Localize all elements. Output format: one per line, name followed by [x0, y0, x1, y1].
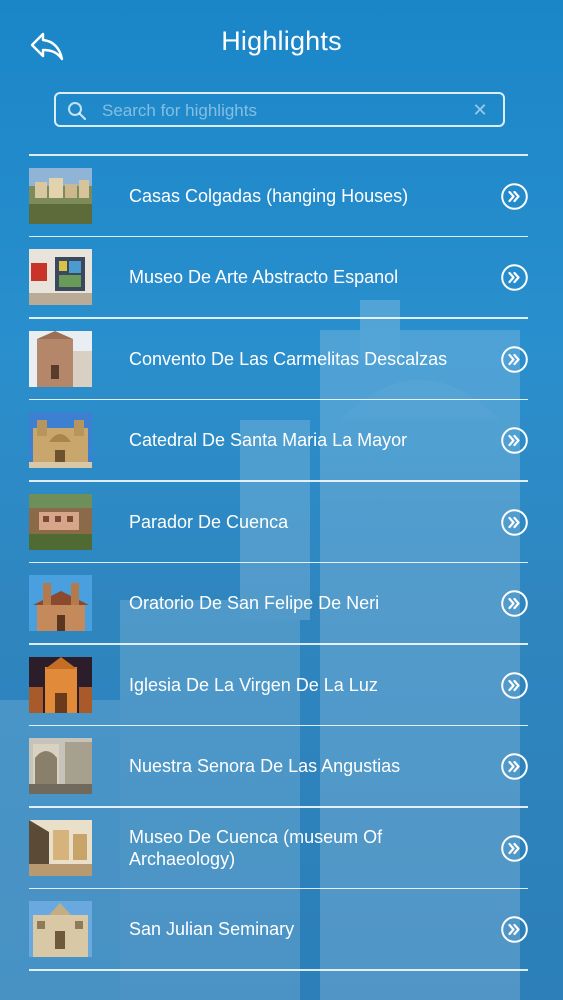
thumbnail-image	[29, 330, 92, 387]
search-bar[interactable]: ✕	[54, 92, 505, 127]
list-item[interactable]: Nuestra Senora De Las Angustias	[29, 726, 528, 806]
chevron-right-icon[interactable]	[501, 834, 528, 862]
list-item[interactable]: Catedral De Santa Maria La Mayor	[29, 400, 528, 480]
list-item[interactable]: San Julian Seminary	[29, 889, 528, 969]
search-icon	[68, 102, 87, 121]
thumbnail-image	[29, 738, 92, 794]
thumbnail-image	[29, 412, 92, 468]
chevron-right-icon[interactable]	[501, 916, 528, 943]
list-item-label: Museo De Cuenca (museum Of Archaeology)	[129, 826, 383, 869]
list-item-label: Parador De Cuenca	[129, 511, 289, 532]
list-item-label: Museo De Arte Abstracto Espanol	[129, 267, 399, 287]
thumbnail-image	[29, 249, 92, 305]
chevron-right-icon[interactable]	[501, 264, 528, 291]
chevron-right-icon[interactable]	[501, 753, 528, 780]
list-item[interactable]: Oratorio De San Felipe De Neri	[29, 563, 528, 643]
chevron-right-icon[interactable]	[501, 182, 528, 210]
chevron-right-icon[interactable]	[501, 508, 528, 536]
divider	[29, 969, 528, 971]
chevron-right-icon[interactable]	[501, 590, 528, 617]
list-item[interactable]: Parador De Cuenca	[29, 482, 528, 562]
list-item[interactable]: Iglesia De La Virgen De La Luz	[29, 645, 528, 725]
thumbnail-image	[29, 575, 92, 631]
search-input[interactable]	[100, 98, 464, 124]
list-item[interactable]: Museo De Arte Abstracto Espanol	[29, 237, 528, 317]
thumbnail-image	[29, 819, 92, 876]
list-item[interactable]: Casas Colgadas (hanging Houses)	[29, 156, 528, 236]
list-item-label: Iglesia De La Virgen De La Luz	[129, 674, 378, 695]
page-title: Highlights	[221, 26, 342, 56]
chevron-right-icon[interactable]	[501, 427, 528, 454]
list-item-label: Oratorio De San Felipe De Neri	[129, 593, 380, 613]
list-item-label: San Julian Seminary	[129, 919, 295, 939]
chevron-right-icon[interactable]	[501, 345, 528, 373]
chevron-right-icon[interactable]	[501, 671, 528, 699]
thumbnail-image	[29, 901, 92, 957]
list-item-label: Nuestra Senora De Las Angustias	[129, 756, 401, 776]
clear-search-icon[interactable]: ✕	[471, 100, 489, 120]
thumbnail-image	[29, 656, 92, 713]
list-item-label: Casas Colgadas (hanging Houses)	[129, 185, 409, 206]
list-item[interactable]: Museo De Cuenca (museum Of Archaeology)	[29, 808, 528, 888]
highlights-list: Casas Colgadas (hanging Houses) Museo De…	[29, 154, 528, 971]
list-item-label: Convento De Las Carmelitas Descalzas	[129, 348, 448, 369]
list-item-label: Catedral De Santa Maria La Mayor	[129, 430, 408, 450]
thumbnail-image	[29, 167, 92, 224]
thumbnail-image	[29, 493, 92, 550]
header: Highlights	[0, 0, 563, 92]
list-item[interactable]: Convento De Las Carmelitas Descalzas	[29, 319, 528, 399]
